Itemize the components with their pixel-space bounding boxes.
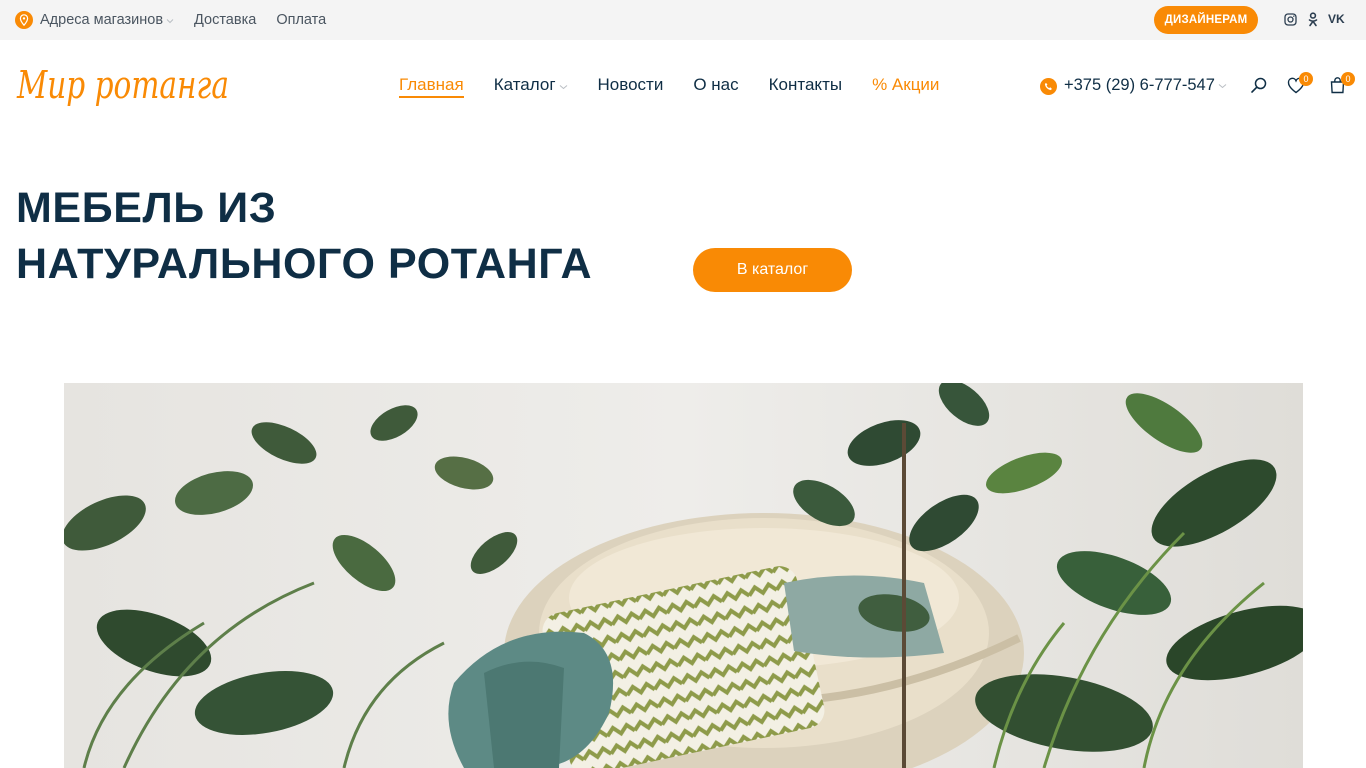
logo-text: Мир ротанга bbox=[16, 63, 229, 107]
hero-image bbox=[64, 383, 1303, 768]
search-icon[interactable] bbox=[1250, 76, 1268, 99]
nav-home[interactable]: Главная bbox=[399, 70, 464, 100]
top-bar: Адреса магазинов Доставка Оплата ДИЗАЙНЕ… bbox=[0, 0, 1366, 40]
logo-wordmark: Мир ротанга bbox=[16, 63, 229, 107]
payment-link[interactable]: Оплата bbox=[276, 12, 326, 28]
chevron-down-icon bbox=[559, 75, 568, 95]
instagram-icon[interactable] bbox=[1282, 11, 1298, 27]
nav-news[interactable]: Новости bbox=[598, 70, 664, 100]
phone-number: +375 (29) 6-777-547 bbox=[1064, 75, 1215, 94]
nav-sale[interactable]: % Акции bbox=[872, 70, 939, 100]
main-nav: Главная Каталог Новости О нас Контакты %… bbox=[399, 70, 939, 100]
nav-catalog-label: Каталог bbox=[493, 75, 556, 94]
odnoklassniki-icon[interactable] bbox=[1305, 11, 1321, 27]
nav-about[interactable]: О нас bbox=[693, 70, 738, 100]
store-addresses-label: Адреса магазинов bbox=[40, 12, 164, 28]
hero-title: МЕБЕЛЬ ИЗ НАТУРАЛЬНОГО РОТАНГА bbox=[16, 180, 592, 292]
nav-catalog[interactable]: Каталог bbox=[494, 70, 568, 100]
social-links: VK bbox=[1282, 11, 1345, 27]
chevron-down-icon bbox=[166, 12, 174, 28]
phone-dropdown[interactable]: +375 (29) 6-777-547 bbox=[1040, 74, 1227, 96]
top-bar-links: Адреса магазинов Доставка Оплата bbox=[15, 0, 346, 40]
nav-contacts[interactable]: Контакты bbox=[769, 70, 842, 100]
cart-button[interactable]: 0 bbox=[1329, 72, 1355, 99]
wishlist-count-badge: 0 bbox=[1299, 72, 1313, 86]
chevron-down-icon bbox=[1218, 76, 1227, 94]
site-logo[interactable]: Мир ротанга bbox=[15, 60, 233, 110]
cart-count-badge: 0 bbox=[1341, 72, 1355, 86]
phone-icon bbox=[1040, 77, 1057, 95]
vk-icon[interactable]: VK bbox=[1328, 11, 1345, 27]
rattan-chair-with-plants-illustration bbox=[64, 383, 1303, 768]
wishlist-button[interactable]: 0 bbox=[1287, 72, 1313, 99]
delivery-link[interactable]: Доставка bbox=[194, 12, 256, 28]
designers-button[interactable]: ДИЗАЙНЕРАМ bbox=[1154, 6, 1258, 34]
hero-title-line-2: НАТУРАЛЬНОГО РОТАНГА bbox=[16, 240, 593, 288]
location-pin-icon bbox=[15, 11, 33, 29]
store-addresses-link[interactable]: Адреса магазинов bbox=[40, 12, 174, 28]
hero-title-line-1: МЕБЕЛЬ ИЗ bbox=[16, 184, 277, 232]
to-catalog-button[interactable]: В каталог bbox=[693, 248, 852, 292]
